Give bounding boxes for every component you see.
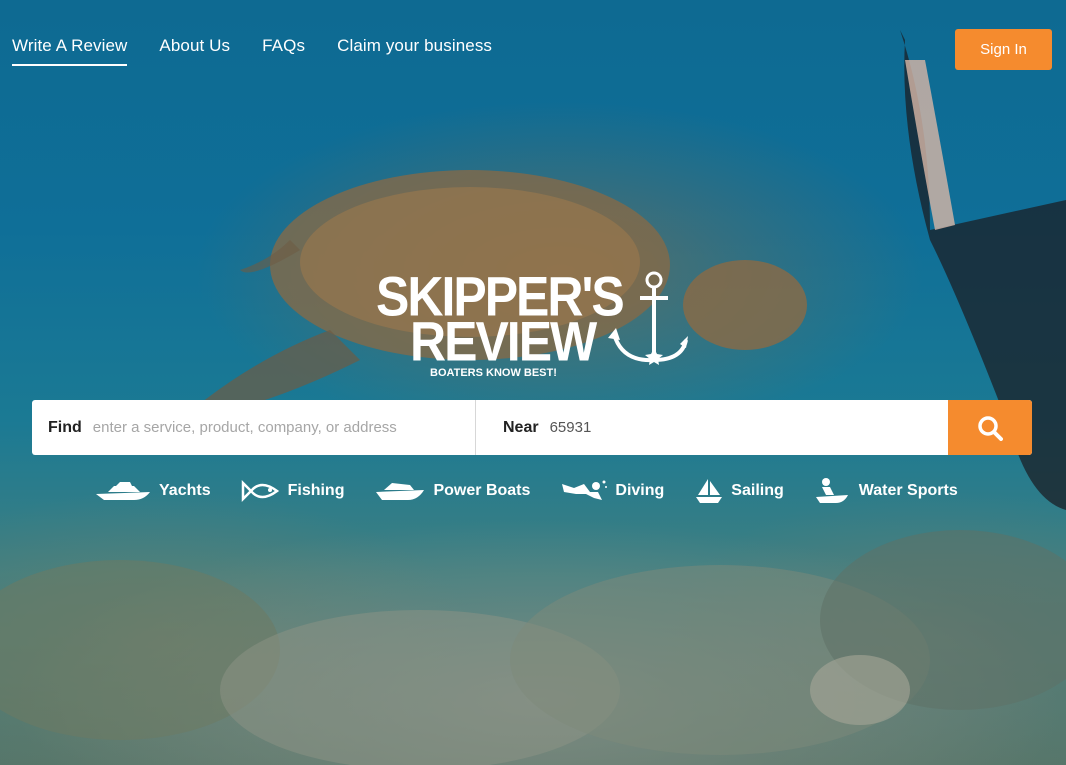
anchor-icon — [608, 271, 688, 365]
category-water-sports[interactable]: Water Sports — [814, 474, 958, 508]
top-nav: Write A Review About Us FAQs Claim your … — [12, 36, 492, 66]
nav-faqs[interactable]: FAQs — [262, 36, 305, 66]
category-sailing[interactable]: Sailing — [694, 474, 784, 508]
search-bar: Find Near — [32, 400, 1032, 455]
category-diving-label: Diving — [615, 482, 665, 499]
category-water-sports-label: Water Sports — [858, 482, 958, 499]
nav-write-review[interactable]: Write A Review — [12, 36, 128, 66]
jet-ski-icon — [815, 478, 848, 503]
logo-tagline: BOATERS KNOW BEST! — [430, 367, 557, 379]
near-label: Near — [503, 418, 539, 436]
find-label: Find — [48, 418, 82, 436]
logo-line-2: REVIEW — [410, 310, 597, 373]
near-input[interactable] — [547, 418, 882, 437]
nav-claim-business[interactable]: Claim your business — [337, 36, 492, 66]
search-icon — [978, 415, 1003, 441]
category-links: Yachts Fishing Power Boats Diving Sailin… — [94, 474, 958, 508]
category-yachts-label: Yachts — [159, 482, 211, 499]
category-yachts[interactable]: Yachts — [94, 474, 211, 508]
category-diving[interactable]: Diving — [560, 474, 664, 508]
category-power-boats[interactable]: Power Boats — [374, 474, 530, 508]
fish-icon — [241, 479, 279, 503]
near-field-group: Near — [476, 400, 948, 455]
find-input[interactable] — [90, 418, 425, 437]
underwater-scene — [0, 30, 1066, 765]
category-sailing-label: Sailing — [731, 482, 784, 499]
nav-about-us[interactable]: About Us — [159, 36, 230, 66]
category-power-boats-label: Power Boats — [433, 482, 531, 499]
sailboat-icon — [696, 479, 723, 503]
diver-icon — [562, 480, 608, 500]
category-fishing[interactable]: Fishing — [241, 474, 345, 508]
yacht-icon — [96, 482, 150, 500]
hero-background: Write A Review About Us FAQs Claim your … — [0, 0, 1066, 765]
turtle-head — [683, 260, 807, 350]
power-boat-icon — [376, 483, 425, 500]
sign-in-button[interactable]: Sign In — [955, 29, 1052, 70]
find-field-group: Find — [32, 400, 476, 455]
search-button[interactable] — [948, 400, 1032, 455]
skippers-review-logo[interactable]: SKIPPER'S REVIEW BOATERS KNOW BEST! — [370, 262, 700, 382]
category-fishing-label: Fishing — [287, 482, 345, 499]
